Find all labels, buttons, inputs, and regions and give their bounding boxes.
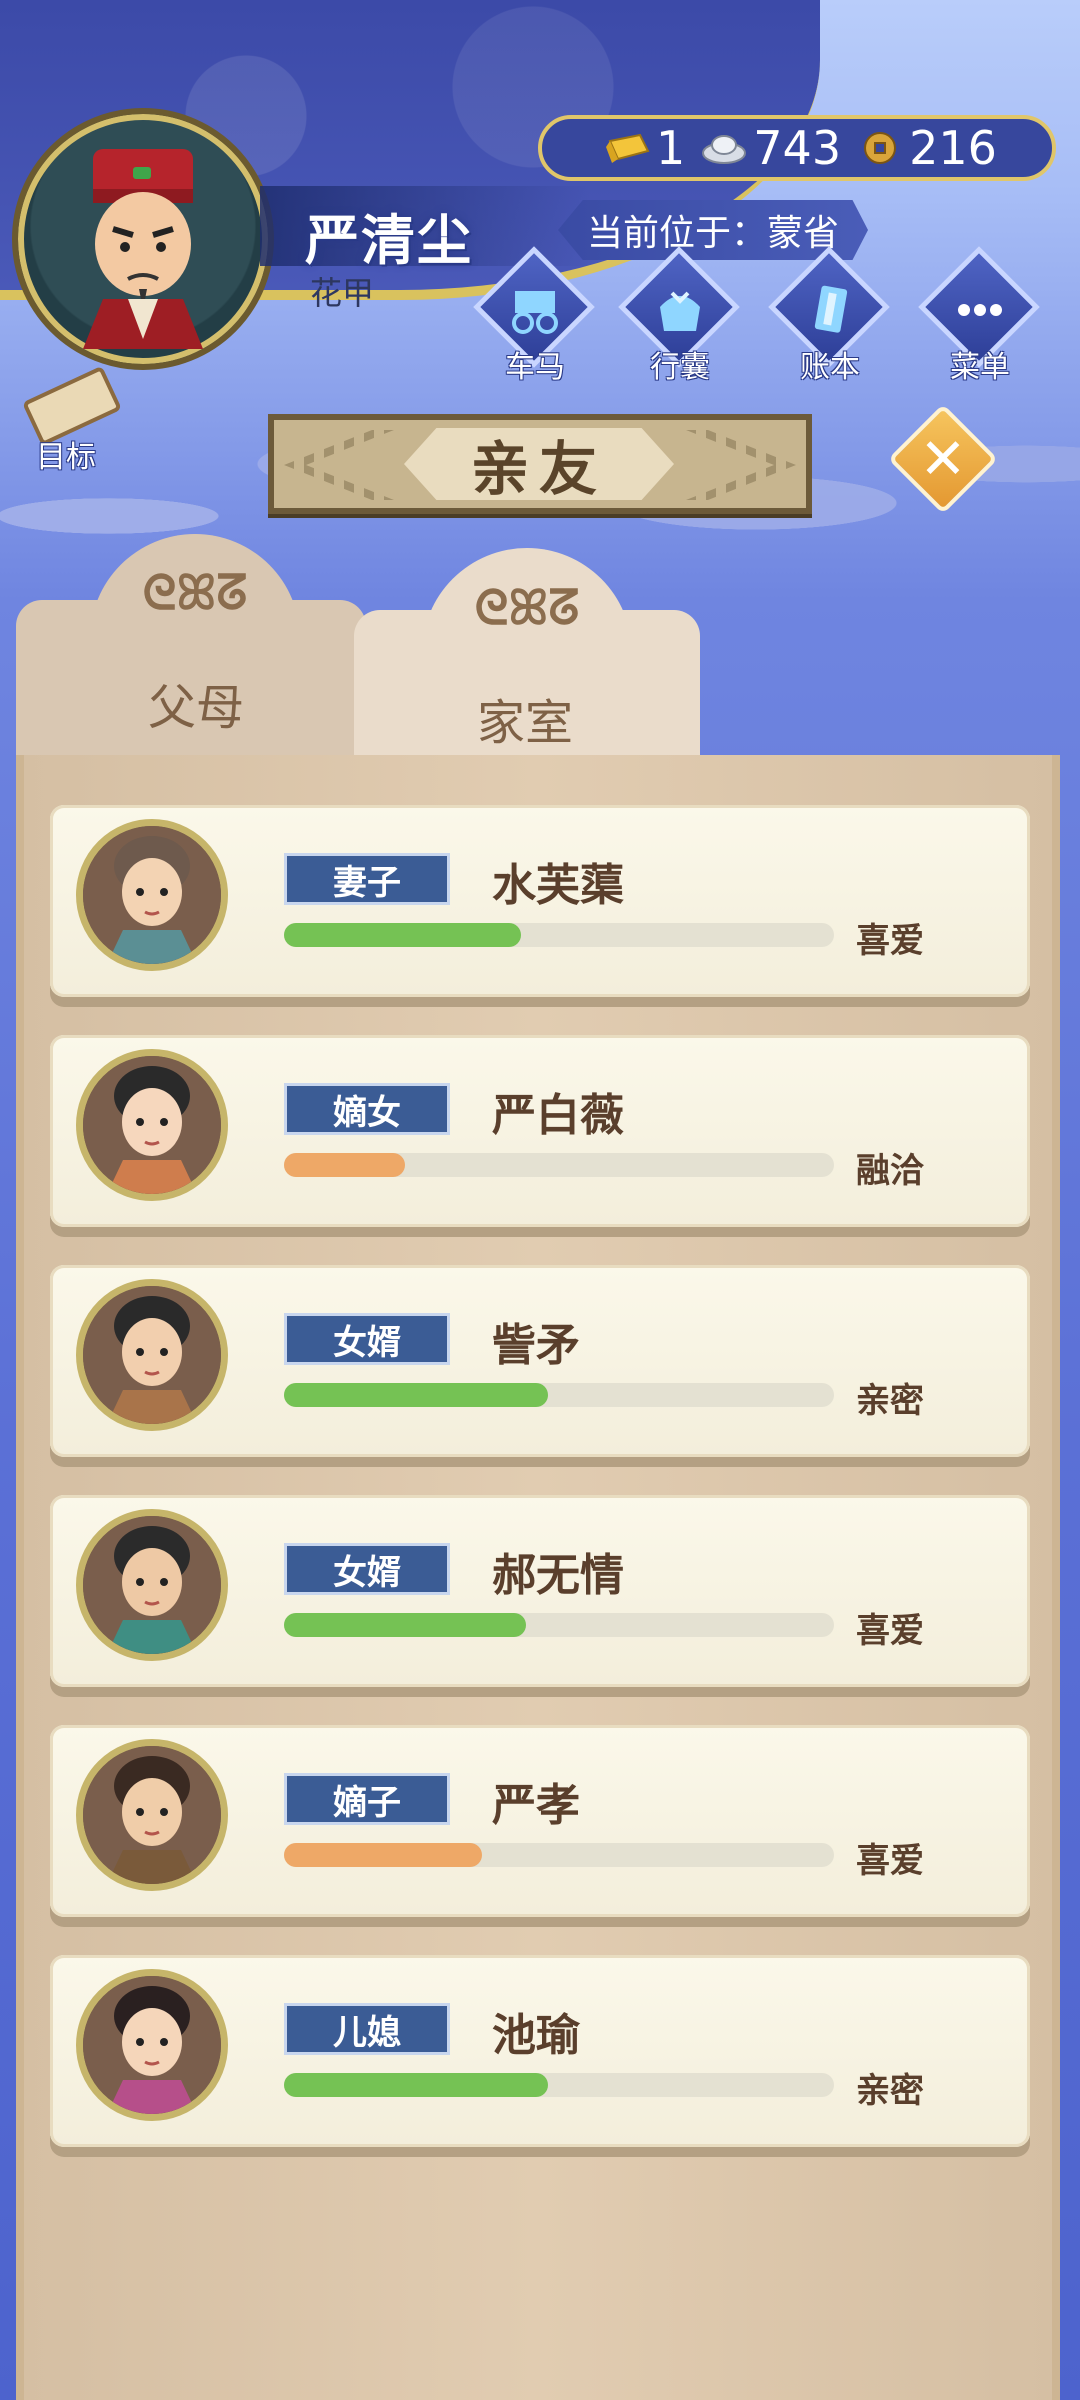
member-portrait-icon bbox=[83, 826, 221, 964]
family-member-card[interactable]: 嫡女 严白薇融洽 bbox=[50, 1035, 1030, 1227]
menu-label: 菜单 bbox=[950, 350, 1010, 385]
family-member-card[interactable]: 女婿 訾矛亲密 bbox=[50, 1265, 1030, 1457]
location-text: 当前位于：蒙省 bbox=[586, 213, 839, 254]
member-name: 严白薇 bbox=[492, 1090, 624, 1141]
affinity-bar bbox=[284, 1153, 834, 1177]
player-portrait-icon bbox=[83, 149, 203, 349]
close-icon[interactable]: ✕ bbox=[904, 420, 982, 498]
carriage-button[interactable]: 车马 bbox=[473, 246, 597, 386]
gold-ingot-icon bbox=[606, 133, 650, 163]
member-name: 池瑜 bbox=[492, 2010, 580, 2061]
currency-bar: 1 743 216 bbox=[538, 115, 1056, 181]
location-indicator: 当前位于：蒙省 bbox=[558, 200, 868, 260]
member-avatar bbox=[76, 1739, 228, 1891]
member-portrait-icon bbox=[83, 1976, 221, 2114]
member-role-badge: 女婿 bbox=[284, 1313, 450, 1365]
carriage-label: 车马 bbox=[505, 350, 565, 385]
player-name: 严清尘 bbox=[305, 209, 473, 272]
silver-currency: 743 bbox=[701, 125, 841, 171]
ledger-button[interactable]: 账本 bbox=[768, 246, 892, 386]
carriage-icon bbox=[495, 270, 575, 350]
gold-amount: 1 bbox=[656, 121, 686, 175]
menu-dots-icon bbox=[940, 270, 1020, 350]
member-portrait-icon bbox=[83, 1746, 221, 1884]
tab-family-label[interactable]: 家室 bbox=[375, 683, 675, 753]
member-portrait-icon bbox=[83, 1056, 221, 1194]
member-role-badge: 儿媳 bbox=[284, 2003, 450, 2055]
goal-button[interactable]: 目标 bbox=[16, 365, 123, 475]
ledger-label: 账本 bbox=[800, 350, 860, 385]
member-relation-status: 亲密 bbox=[856, 2071, 924, 2111]
title-banner: 亲友 bbox=[268, 414, 812, 514]
member-role-badge: 嫡子 bbox=[284, 1773, 450, 1825]
member-portrait-icon bbox=[83, 1516, 221, 1654]
member-role-badge: 女婿 bbox=[284, 1543, 450, 1595]
copper-coin-icon bbox=[864, 132, 897, 164]
goal-label: 目标 bbox=[36, 440, 96, 475]
silver-ingot-icon bbox=[702, 135, 747, 164]
silver-amount: 743 bbox=[753, 121, 842, 175]
page-title: 亲友 bbox=[470, 435, 607, 503]
affinity-bar-fill bbox=[284, 1153, 405, 1177]
affinity-bar-fill bbox=[284, 923, 521, 947]
chevron-right-decoration bbox=[686, 430, 796, 500]
member-avatar bbox=[76, 819, 228, 971]
affinity-bar-fill bbox=[284, 1613, 526, 1637]
member-avatar bbox=[76, 1279, 228, 1431]
member-relation-status: 亲密 bbox=[856, 1381, 924, 1421]
affinity-bar-fill bbox=[284, 1383, 548, 1407]
bundle-icon bbox=[640, 270, 720, 350]
affinity-bar bbox=[284, 923, 834, 947]
player-age-label: 花甲 bbox=[310, 274, 375, 312]
member-relation-status: 喜爱 bbox=[856, 921, 924, 961]
member-role-badge: 妻子 bbox=[284, 853, 450, 905]
swirl-icon: ᘓꕤᘔ bbox=[142, 565, 248, 621]
family-member-card[interactable]: 女婿 郝无情喜爱 bbox=[50, 1495, 1030, 1687]
member-avatar bbox=[76, 1509, 228, 1661]
member-relation-status: 喜爱 bbox=[856, 1611, 924, 1651]
tab-parents-label[interactable]: 父母 bbox=[46, 668, 346, 738]
member-name: 严孝 bbox=[492, 1780, 580, 1831]
bundle-button[interactable]: 行囊 bbox=[618, 246, 742, 386]
coin-amount: 216 bbox=[909, 121, 997, 175]
player-avatar[interactable] bbox=[12, 108, 274, 370]
affinity-bar bbox=[284, 2073, 834, 2097]
affinity-bar bbox=[284, 1843, 834, 1867]
member-portrait-icon bbox=[83, 1286, 221, 1424]
member-relation-status: 融洽 bbox=[856, 1151, 924, 1191]
family-member-card[interactable]: 嫡子 严孝喜爱 bbox=[50, 1725, 1030, 1917]
member-name: 水芙蕖 bbox=[492, 860, 624, 911]
family-member-card[interactable]: 儿媳 池瑜亲密 bbox=[50, 1955, 1030, 2147]
member-avatar bbox=[76, 1969, 228, 2121]
title-plate: 亲友 bbox=[404, 428, 674, 500]
affinity-bar-fill bbox=[284, 1843, 482, 1867]
affinity-bar bbox=[284, 1613, 834, 1637]
menu-button[interactable]: 菜单 bbox=[918, 246, 1042, 386]
member-role-badge: 嫡女 bbox=[284, 1083, 450, 1135]
bundle-label: 行囊 bbox=[650, 350, 710, 385]
swirl-icon: ᘓꕤᘔ bbox=[474, 580, 580, 636]
member-name: 訾矛 bbox=[492, 1320, 580, 1371]
chevron-left-decoration bbox=[284, 430, 394, 500]
member-name: 郝无情 bbox=[492, 1550, 624, 1601]
member-avatar bbox=[76, 1049, 228, 1201]
affinity-bar-fill bbox=[284, 2073, 548, 2097]
family-member-card[interactable]: 妻子 水芙蕖喜爱 bbox=[50, 805, 1030, 997]
ledger-icon bbox=[790, 270, 870, 350]
gold-currency: 1 bbox=[604, 125, 685, 171]
affinity-bar bbox=[284, 1383, 834, 1407]
coin-currency: 216 bbox=[857, 125, 997, 171]
member-relation-status: 喜爱 bbox=[856, 1841, 924, 1881]
